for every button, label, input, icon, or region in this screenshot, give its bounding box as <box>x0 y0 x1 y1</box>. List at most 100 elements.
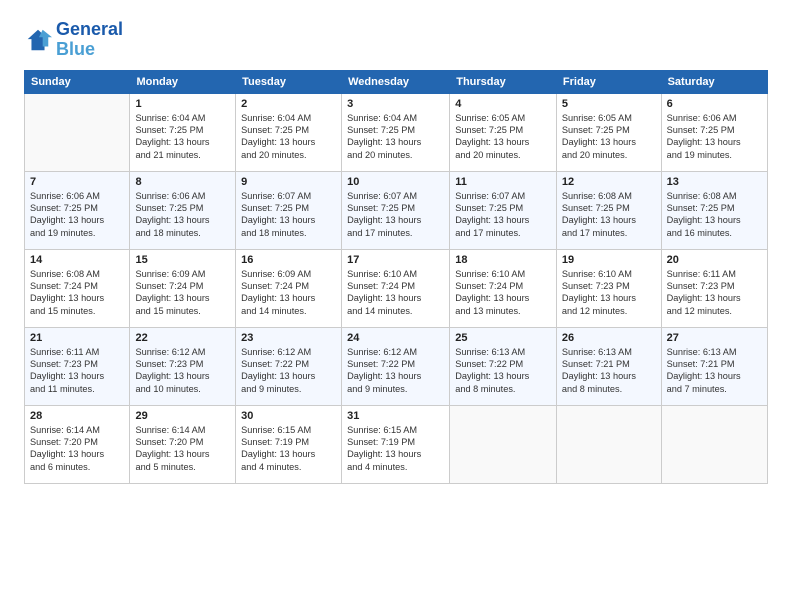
day-number: 13 <box>667 176 762 188</box>
day-number: 3 <box>347 98 444 110</box>
calendar-cell: 7 Sunrise: 6:06 AMSunset: 7:25 PMDaylight… <box>25 171 130 249</box>
logo-icon <box>24 26 52 54</box>
calendar-cell: 15Sunrise: 6:09 AMSunset: 7:24 PMDayligh… <box>130 249 236 327</box>
weekday-header-thursday: Thursday <box>450 70 557 93</box>
calendar-cell: 17 Sunrise: 6:10 AMSunset: 7:24 PMDayligh… <box>342 249 450 327</box>
calendar-cell: 1 Sunrise: 6:04 AMSunset: 7:25 PMDaylight… <box>130 93 236 171</box>
day-number: 29 <box>135 410 230 422</box>
calendar-cell: 2 Sunrise: 6:04 AMSunset: 7:25 PMDaylight… <box>236 93 342 171</box>
weekday-header-monday: Monday <box>130 70 236 93</box>
header: General Blue <box>24 20 768 60</box>
calendar-cell <box>661 405 767 483</box>
calendar-cell: 29Sunrise: 6:14 AMSunset: 7:20 PMDayligh… <box>130 405 236 483</box>
day-info: Sunrise: 6:11 AMSunset: 7:23 PMDaylight:… <box>30 346 124 396</box>
calendar-cell: 18 Sunrise: 6:10 AMSunset: 7:24 PMDayligh… <box>450 249 557 327</box>
calendar-cell: 14 Sunrise: 6:08 AMSunset: 7:24 PMDayligh… <box>25 249 130 327</box>
calendar-cell <box>556 405 661 483</box>
calendar-cell: 25 Sunrise: 6:13 AMSunset: 7:22 PMDayligh… <box>450 327 557 405</box>
calendar-cell: 10Sunrise: 6:07 AMSunset: 7:25 PMDayligh… <box>342 171 450 249</box>
day-number: 31 <box>347 410 444 422</box>
day-number: 20 <box>667 254 762 266</box>
day-info: Sunrise: 6:10 AMSunset: 7:23 PMDaylight:… <box>562 268 656 318</box>
calendar-cell: 26 Sunrise: 6:13 AMSunset: 7:21 PMDayligh… <box>556 327 661 405</box>
day-number: 2 <box>241 98 336 110</box>
calendar-cell: 24 Sunrise: 6:12 AMSunset: 7:22 PMDayligh… <box>342 327 450 405</box>
day-number: 30 <box>241 410 336 422</box>
day-info: Sunrise: 6:15 AMSunset: 7:19 PMDaylight:… <box>347 424 444 474</box>
weekday-header-wednesday: Wednesday <box>342 70 450 93</box>
calendar-table: SundayMondayTuesdayWednesdayThursdayFrid… <box>24 70 768 484</box>
day-number: 8 <box>135 176 230 188</box>
day-info: Sunrise: 6:04 AMSunset: 7:25 PMDaylight:… <box>347 112 444 162</box>
day-number: 12 <box>562 176 656 188</box>
calendar-cell: 3 Sunrise: 6:04 AMSunset: 7:25 PMDaylight… <box>342 93 450 171</box>
day-number: 7 <box>30 176 124 188</box>
calendar-cell: 28 Sunrise: 6:14 AMSunset: 7:20 PMDayligh… <box>25 405 130 483</box>
day-number: 5 <box>562 98 656 110</box>
day-info: Sunrise: 6:06 AMSunset: 7:25 PMDaylight:… <box>135 190 230 240</box>
day-info: Sunrise: 6:13 AMSunset: 7:22 PMDaylight:… <box>455 346 551 396</box>
day-number: 17 <box>347 254 444 266</box>
calendar-cell: 4Sunrise: 6:05 AMSunset: 7:25 PMDaylight… <box>450 93 557 171</box>
calendar-body: 1 Sunrise: 6:04 AMSunset: 7:25 PMDaylight… <box>25 93 768 483</box>
day-number: 18 <box>455 254 551 266</box>
weekday-header-tuesday: Tuesday <box>236 70 342 93</box>
day-info: Sunrise: 6:08 AMSunset: 7:25 PMDaylight:… <box>667 190 762 240</box>
day-info: Sunrise: 6:05 AMSunset: 7:25 PMDaylight:… <box>562 112 656 162</box>
weekday-row: SundayMondayTuesdayWednesdayThursdayFrid… <box>25 70 768 93</box>
day-number: 24 <box>347 332 444 344</box>
day-number: 4 <box>455 98 551 110</box>
day-number: 27 <box>667 332 762 344</box>
day-info: Sunrise: 6:04 AMSunset: 7:25 PMDaylight:… <box>241 112 336 162</box>
day-info: Sunrise: 6:04 AMSunset: 7:25 PMDaylight:… <box>135 112 230 162</box>
day-info: Sunrise: 6:06 AMSunset: 7:25 PMDaylight:… <box>667 112 762 162</box>
calendar-week-4: 21 Sunrise: 6:11 AMSunset: 7:23 PMDayligh… <box>25 327 768 405</box>
day-info: Sunrise: 6:06 AMSunset: 7:25 PMDaylight:… <box>30 190 124 240</box>
day-info: Sunrise: 6:10 AMSunset: 7:24 PMDaylight:… <box>347 268 444 318</box>
day-number: 23 <box>241 332 336 344</box>
calendar-cell: 12 Sunrise: 6:08 AMSunset: 7:25 PMDayligh… <box>556 171 661 249</box>
day-info: Sunrise: 6:12 AMSunset: 7:22 PMDaylight:… <box>347 346 444 396</box>
calendar-cell <box>450 405 557 483</box>
day-info: Sunrise: 6:08 AMSunset: 7:25 PMDaylight:… <box>562 190 656 240</box>
day-number: 16 <box>241 254 336 266</box>
day-info: Sunrise: 6:11 AMSunset: 7:23 PMDaylight:… <box>667 268 762 318</box>
calendar-header: SundayMondayTuesdayWednesdayThursdayFrid… <box>25 70 768 93</box>
day-info: Sunrise: 6:10 AMSunset: 7:24 PMDaylight:… <box>455 268 551 318</box>
calendar-cell: 16Sunrise: 6:09 AMSunset: 7:24 PMDayligh… <box>236 249 342 327</box>
page: General Blue SundayMondayTuesdayWednesda… <box>0 0 792 612</box>
logo-general: General <box>56 19 123 39</box>
calendar-cell: 23 Sunrise: 6:12 AMSunset: 7:22 PMDayligh… <box>236 327 342 405</box>
day-info: Sunrise: 6:13 AMSunset: 7:21 PMDaylight:… <box>562 346 656 396</box>
calendar-cell: 31 Sunrise: 6:15 AMSunset: 7:19 PMDayligh… <box>342 405 450 483</box>
day-number: 1 <box>135 98 230 110</box>
day-number: 6 <box>667 98 762 110</box>
calendar-cell: 13 Sunrise: 6:08 AMSunset: 7:25 PMDayligh… <box>661 171 767 249</box>
day-number: 14 <box>30 254 124 266</box>
calendar-cell: 11Sunrise: 6:07 AMSunset: 7:25 PMDayligh… <box>450 171 557 249</box>
calendar-cell: 9Sunrise: 6:07 AMSunset: 7:25 PMDaylight… <box>236 171 342 249</box>
day-number: 26 <box>562 332 656 344</box>
calendar-cell: 30Sunrise: 6:15 AMSunset: 7:19 PMDayligh… <box>236 405 342 483</box>
day-number: 28 <box>30 410 124 422</box>
calendar-cell <box>25 93 130 171</box>
day-info: Sunrise: 6:07 AMSunset: 7:25 PMDaylight:… <box>241 190 336 240</box>
calendar-week-3: 14 Sunrise: 6:08 AMSunset: 7:24 PMDayligh… <box>25 249 768 327</box>
day-number: 25 <box>455 332 551 344</box>
calendar-cell: 5 Sunrise: 6:05 AMSunset: 7:25 PMDaylight… <box>556 93 661 171</box>
day-info: Sunrise: 6:14 AMSunset: 7:20 PMDaylight:… <box>30 424 124 474</box>
day-info: Sunrise: 6:12 AMSunset: 7:23 PMDaylight:… <box>135 346 230 396</box>
calendar-week-5: 28 Sunrise: 6:14 AMSunset: 7:20 PMDayligh… <box>25 405 768 483</box>
day-info: Sunrise: 6:09 AMSunset: 7:24 PMDaylight:… <box>135 268 230 318</box>
day-number: 19 <box>562 254 656 266</box>
day-number: 22 <box>135 332 230 344</box>
day-number: 11 <box>455 176 551 188</box>
day-info: Sunrise: 6:08 AMSunset: 7:24 PMDaylight:… <box>30 268 124 318</box>
weekday-header-saturday: Saturday <box>661 70 767 93</box>
calendar-cell: 6 Sunrise: 6:06 AMSunset: 7:25 PMDaylight… <box>661 93 767 171</box>
day-info: Sunrise: 6:12 AMSunset: 7:22 PMDaylight:… <box>241 346 336 396</box>
calendar-cell: 27Sunrise: 6:13 AMSunset: 7:21 PMDayligh… <box>661 327 767 405</box>
day-number: 21 <box>30 332 124 344</box>
calendar-cell: 8 Sunrise: 6:06 AMSunset: 7:25 PMDaylight… <box>130 171 236 249</box>
day-number: 10 <box>347 176 444 188</box>
